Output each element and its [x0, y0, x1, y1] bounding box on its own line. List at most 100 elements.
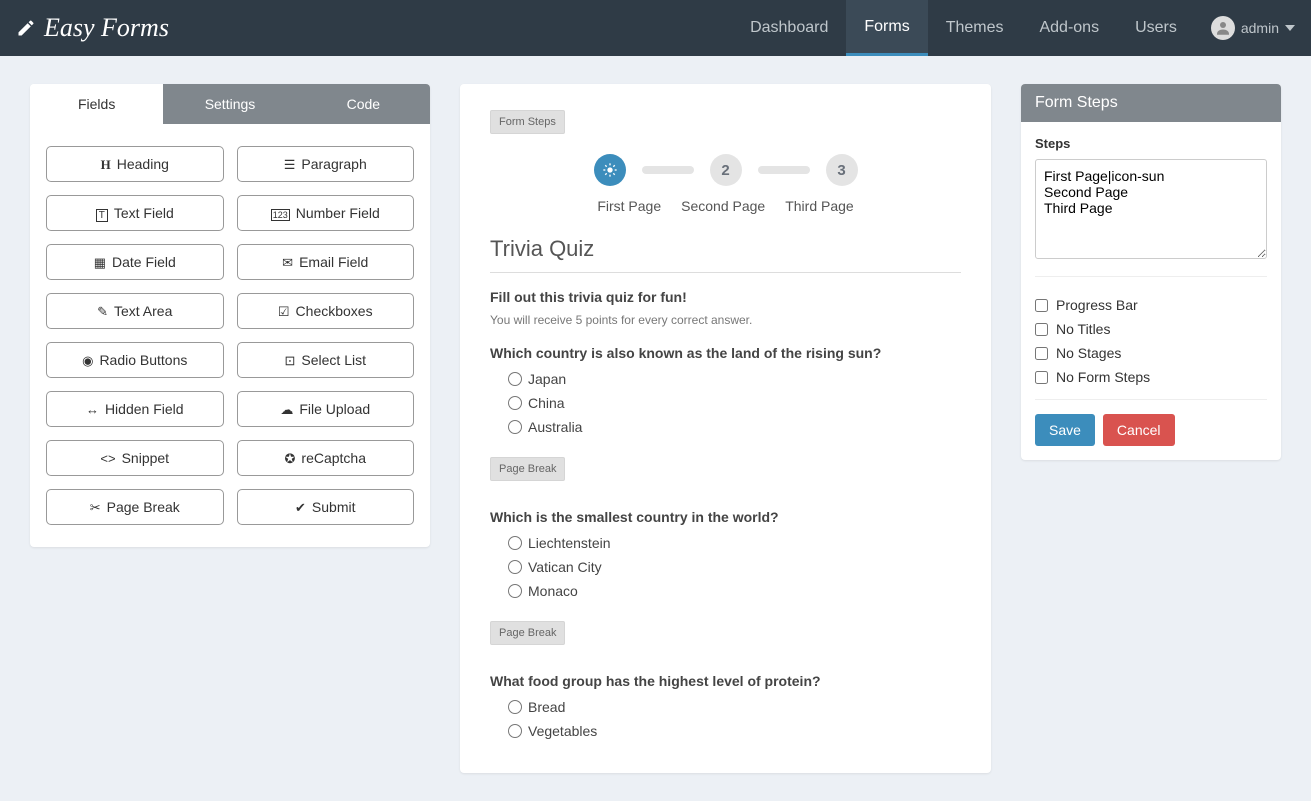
field-radio[interactable]: ◉Radio Buttons [46, 342, 224, 378]
nav-dashboard[interactable]: Dashboard [732, 0, 846, 56]
submit-icon: ✔ [295, 499, 306, 515]
field-label: Text Field [114, 205, 174, 221]
check-label: No Titles [1056, 321, 1110, 337]
form-canvas: Form Steps 2 3 First Page Second Page Th… [460, 84, 991, 773]
question-options: Liechtenstein Vatican City Monaco [508, 535, 961, 599]
field-label: Date Field [112, 254, 176, 270]
option-no-stages[interactable]: No Stages [1035, 345, 1267, 361]
nav-themes[interactable]: Themes [928, 0, 1022, 56]
date-field-icon: ▦ [94, 254, 106, 270]
cancel-button[interactable]: Cancel [1103, 414, 1175, 446]
field-label: Heading [117, 156, 169, 172]
field-label: Number Field [296, 205, 380, 221]
radio-input[interactable] [508, 560, 522, 574]
field-email-field[interactable]: ✉Email Field [237, 244, 415, 280]
save-button[interactable]: Save [1035, 414, 1095, 446]
check-label: Progress Bar [1056, 297, 1138, 313]
field-submit[interactable]: ✔Submit [237, 489, 415, 525]
checkbox-input[interactable] [1035, 323, 1048, 336]
radio-option[interactable]: China [508, 395, 961, 411]
field-label: reCaptcha [301, 450, 366, 466]
edit-icon [16, 18, 36, 38]
question-options: Bread Vegetables [508, 699, 961, 739]
nav-addons[interactable]: Add-ons [1021, 0, 1117, 56]
user-icon [1214, 19, 1232, 37]
form-steps-tag[interactable]: Form Steps [490, 110, 565, 134]
field-label: Hidden Field [105, 401, 184, 417]
field-recaptcha[interactable]: ✪ reCaptcha [237, 440, 415, 476]
option-label: Japan [528, 371, 566, 387]
radio-option[interactable]: Japan [508, 371, 961, 387]
field-label: Radio Buttons [99, 352, 187, 368]
radio-input[interactable] [508, 536, 522, 550]
field-upload[interactable]: ☁File Upload [237, 391, 415, 427]
tab-code[interactable]: Code [297, 84, 430, 124]
option-progress-bar[interactable]: Progress Bar [1035, 297, 1267, 313]
field-label: Paragraph [301, 156, 366, 172]
checkbox-input[interactable] [1035, 371, 1048, 384]
radio-option[interactable]: Bread [508, 699, 961, 715]
option-label: Vegetables [528, 723, 597, 739]
page-break-tag[interactable]: Page Break [490, 457, 565, 481]
question-text: Which country is also known as the land … [490, 345, 961, 361]
steps-textarea[interactable] [1035, 159, 1267, 259]
field-paragraph[interactable]: ☰ Paragraph [237, 146, 415, 182]
form-title: Trivia Quiz [490, 236, 961, 273]
field-date-field[interactable]: ▦ Date Field [46, 244, 224, 280]
hidden-icon: ↔ [86, 401, 99, 417]
nav-username: admin [1241, 20, 1279, 36]
field-text-area[interactable]: ✎Text Area [46, 293, 224, 329]
question-text: What food group has the highest level of… [490, 673, 961, 689]
step-circle-3[interactable]: 3 [826, 154, 858, 186]
text-field-icon: T [96, 205, 108, 221]
tab-settings[interactable]: Settings [163, 84, 296, 124]
radio-input[interactable] [508, 584, 522, 598]
field-label: Snippet [122, 450, 169, 466]
radio-input[interactable] [508, 700, 522, 714]
page-break-tag[interactable]: Page Break [490, 621, 565, 645]
avatar [1211, 16, 1235, 40]
option-label: Vatican City [528, 559, 602, 575]
fields-panel: Fields Settings Code HHeading ☰ Paragraph T… [30, 84, 430, 547]
tab-fields[interactable]: Fields [30, 84, 163, 124]
option-label: Australia [528, 419, 582, 435]
step-circle-1[interactable] [594, 154, 626, 186]
nav-forms[interactable]: Forms [846, 0, 927, 56]
select-icon: ⊡ [285, 352, 296, 368]
radio-option[interactable]: Australia [508, 419, 961, 435]
question-options: Japan China Australia [508, 371, 961, 435]
radio-option[interactable]: Vegetables [508, 723, 961, 739]
field-heading[interactable]: HHeading [46, 146, 224, 182]
field-select[interactable]: ⊡Select List [237, 342, 415, 378]
radio-input[interactable] [508, 396, 522, 410]
field-text-field[interactable]: T Text Field [46, 195, 224, 231]
form-steps-panel: Form Steps Steps Progress BarNo TitlesNo… [1021, 84, 1281, 460]
checkbox-input[interactable] [1035, 299, 1048, 312]
step-circle-2[interactable]: 2 [710, 154, 742, 186]
paragraph-icon: ☰ [284, 156, 296, 172]
top-nav: Easy Forms Dashboard Forms Themes Add-on… [0, 0, 1311, 56]
nav-users[interactable]: Users [1117, 0, 1195, 56]
recaptcha-icon: ✪ [285, 450, 296, 466]
radio-input[interactable] [508, 372, 522, 386]
step-bar [758, 166, 810, 174]
option-no-titles[interactable]: No Titles [1035, 321, 1267, 337]
radio-input[interactable] [508, 420, 522, 434]
radio-option[interactable]: Vatican City [508, 559, 961, 575]
field-checkboxes[interactable]: ☑Checkboxes [237, 293, 415, 329]
nav-user-menu[interactable]: admin [1195, 16, 1295, 40]
text-area-icon: ✎ [97, 303, 108, 319]
option-label: Bread [528, 699, 565, 715]
field-snippet[interactable]: <>Snippet [46, 440, 224, 476]
radio-option[interactable]: Liechtenstein [508, 535, 961, 551]
radio-input[interactable] [508, 724, 522, 738]
radio-option[interactable]: Monaco [508, 583, 961, 599]
field-hidden[interactable]: ↔ Hidden Field [46, 391, 224, 427]
option-no-form-steps[interactable]: No Form Steps [1035, 369, 1267, 385]
brand: Easy Forms [16, 13, 169, 43]
field-number-field[interactable]: 123Number Field [237, 195, 415, 231]
checkbox-input[interactable] [1035, 347, 1048, 360]
check-label: No Stages [1056, 345, 1121, 361]
field-pagebreak[interactable]: ✂Page Break [46, 489, 224, 525]
brand-text: Easy Forms [44, 13, 169, 43]
